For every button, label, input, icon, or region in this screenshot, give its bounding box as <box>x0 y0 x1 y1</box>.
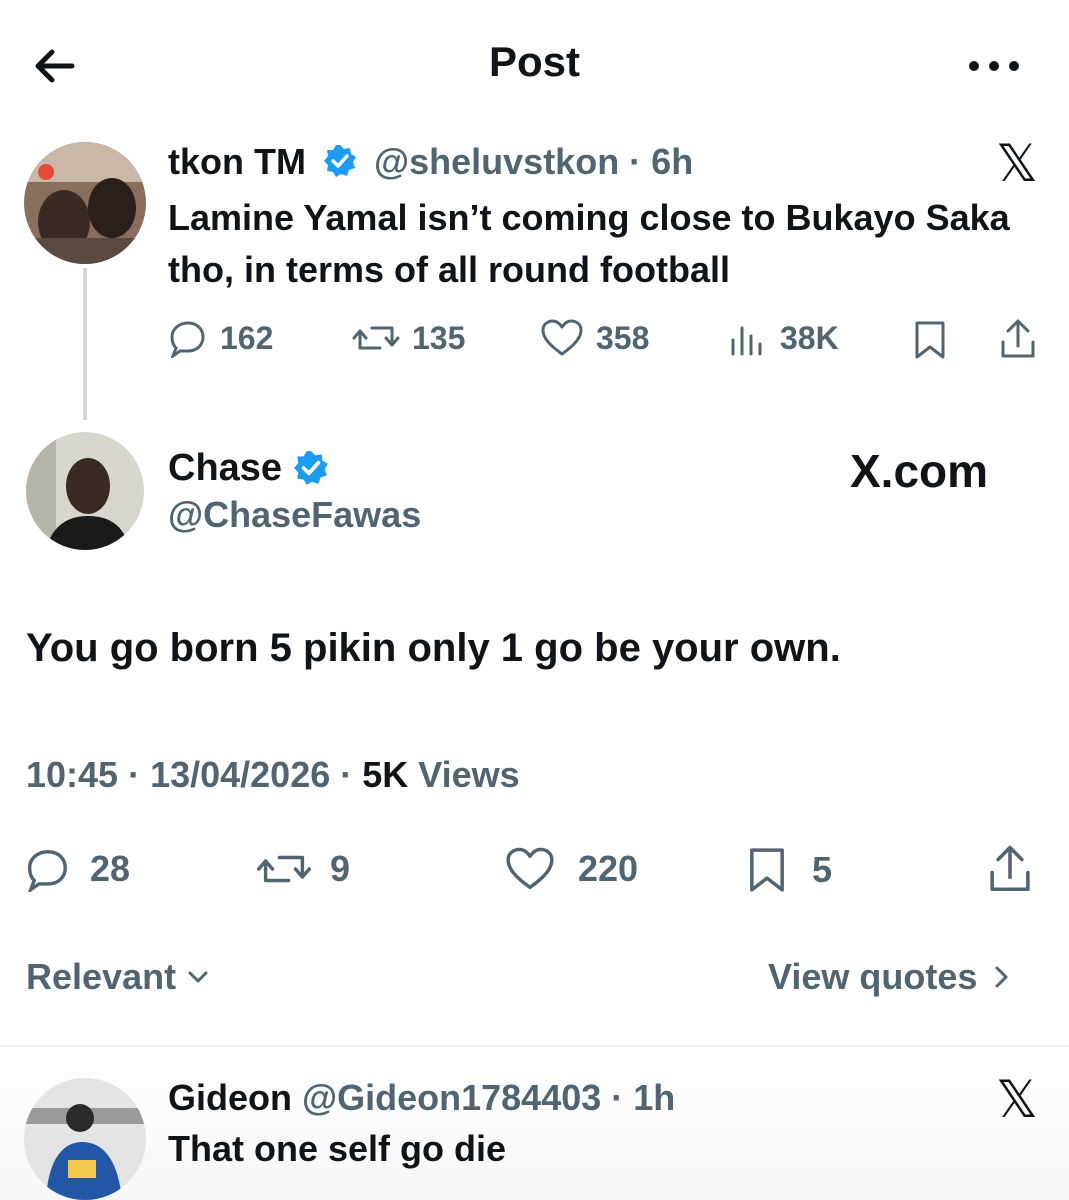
quoted-like-button[interactable]: 358 <box>540 318 649 358</box>
quoted-views-button[interactable]: 38K <box>728 318 839 358</box>
bookmark-icon <box>915 321 945 359</box>
thread-line <box>83 268 87 420</box>
xcom-watermark: X.com <box>850 445 989 497</box>
sort-label: Relevant <box>26 956 177 997</box>
bookmark-count: 5 <box>812 849 833 890</box>
like-icon <box>506 847 554 890</box>
like-icon <box>541 319 583 356</box>
verified-icon <box>294 451 328 485</box>
reply-button[interactable]: 28 <box>24 846 130 892</box>
post-text: You go born 5 pikin only 1 go be your ow… <box>26 626 841 670</box>
bookmark-icon <box>750 848 784 892</box>
author-name: Chase <box>168 447 283 489</box>
share-icon <box>990 845 1030 892</box>
like-count: 220 <box>578 848 639 889</box>
page-title: Post <box>488 38 580 85</box>
post-time-date[interactable]: 10:45 · 13/04/2026 · <box>26 754 362 795</box>
author-handle[interactable]: @ChaseFawas <box>168 494 421 536</box>
like-button[interactable]: 220 <box>504 846 638 892</box>
quoted-avatar[interactable] <box>24 142 146 264</box>
author-avatar[interactable] <box>26 432 144 550</box>
reply-icon <box>170 321 205 358</box>
views-icon <box>731 326 762 356</box>
post-views-label: Views <box>418 754 520 795</box>
share-button[interactable] <box>986 844 1034 899</box>
divider <box>0 1045 1069 1047</box>
reply-count: 28 <box>90 848 131 889</box>
reply-header: Gideon @Gideon1784403 · 1h <box>168 1074 675 1122</box>
share-icon <box>1001 319 1035 358</box>
author-name-row[interactable]: Chase <box>168 444 330 492</box>
reply-text: That one self go die <box>168 1128 507 1169</box>
verified-icon <box>324 145 356 177</box>
post-meta: 10:45 · 13/04/2026 · 5K Views <box>26 754 520 796</box>
quoted-author-name[interactable]: tkon TM <box>168 141 306 182</box>
more-button[interactable] <box>962 46 1026 86</box>
quoted-header: tkon TM @sheluvstkon · 6h <box>168 138 693 186</box>
x-logo-icon: 𝕏 <box>996 135 1038 193</box>
reply-avatar[interactable] <box>24 1078 146 1200</box>
quoted-repost-count: 135 <box>412 319 466 356</box>
view-quotes-label: View quotes <box>768 956 978 997</box>
quoted-handle-time[interactable]: @sheluvstkon · 6h <box>374 141 693 182</box>
sort-dropdown[interactable]: Relevant <box>26 956 212 998</box>
reply-handle-time[interactable]: @Gideon1784403 · 1h <box>302 1077 675 1118</box>
repost-button[interactable]: 9 <box>256 846 350 892</box>
quoted-bookmark-button[interactable] <box>912 320 948 365</box>
reply-author-name[interactable]: Gideon <box>168 1077 292 1118</box>
repost-icon <box>256 855 312 883</box>
quoted-text: Lamine Yamal isn’t coming close to Bukay… <box>168 197 1010 290</box>
reply-icon <box>27 850 67 892</box>
chevron-down-icon <box>188 971 208 983</box>
quoted-reply-count: 162 <box>220 319 274 356</box>
view-quotes-link[interactable]: View quotes <box>768 956 1015 998</box>
x-logo-icon: 𝕏 <box>996 1071 1038 1129</box>
quoted-reply-button[interactable]: 162 <box>168 318 273 358</box>
quoted-views-count: 38K <box>780 319 839 356</box>
bookmark-button[interactable]: 5 <box>746 846 832 894</box>
more-icon <box>969 61 1019 71</box>
repost-icon <box>352 326 400 350</box>
quoted-like-count: 358 <box>596 319 650 356</box>
quoted-share-button[interactable] <box>998 318 1038 365</box>
quoted-repost-button[interactable]: 135 <box>352 318 465 358</box>
chevron-right-icon <box>995 966 1008 988</box>
repost-count: 9 <box>330 848 351 889</box>
post-views-count: 5K <box>362 754 409 795</box>
